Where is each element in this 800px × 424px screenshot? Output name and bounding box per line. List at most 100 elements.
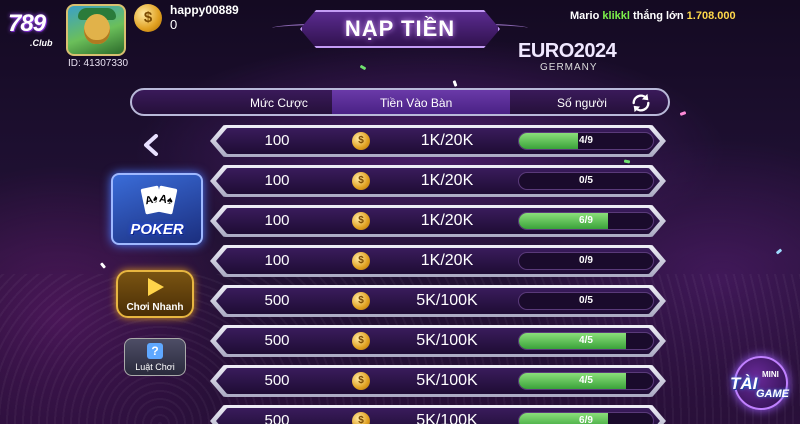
rules-icon: ? <box>147 343 163 359</box>
table-row[interactable]: 500 $5K/100K 4/5 <box>210 365 666 397</box>
table-row-inner: 100 $1K/20K 0/5 <box>216 168 660 194</box>
row-players: 6/9 <box>579 415 593 424</box>
row-buy-in-cell: $5K/100K <box>342 331 512 351</box>
username: happy00889 <box>170 3 239 17</box>
playing-cards-icon: A♠ A♠ <box>140 185 178 215</box>
title-banner: NẠP TIỀN <box>300 10 500 48</box>
row-players-bar: 0/5 <box>518 292 654 310</box>
confetti <box>359 64 367 71</box>
table-row[interactable]: 500 $5K/100K 0/5 <box>210 285 666 317</box>
header-buy-in[interactable]: Tiền Vào Bàn <box>380 96 452 110</box>
row-buy-in-cell: $1K/20K <box>342 131 512 151</box>
table-row-inner: 100 $1K/20K 0/9 <box>216 248 660 274</box>
table-row[interactable]: 500 $5K/100K 6/9 <box>210 405 666 424</box>
back-chevron-icon[interactable] <box>142 134 160 156</box>
minigame-tai: TÀI <box>730 374 758 393</box>
row-buy-in: 1K/20K <box>420 172 474 189</box>
row-buy-in: 1K/20K <box>420 212 474 229</box>
row-players-bar: 6/9 <box>518 412 654 424</box>
table-header: Mức Cược Tiền Vào Bàn Số người <box>130 88 670 116</box>
coin-icon: $ <box>352 132 370 150</box>
coin-icon: $ <box>352 412 370 424</box>
row-buy-in: 1K/20K <box>420 252 474 269</box>
minigame-button[interactable]: MINI TÀI GAME <box>728 350 794 412</box>
winner-ticker: Mario klikkl thắng lớn 1.708.000 <box>570 10 736 22</box>
card-ace-spade-2: A♠ <box>154 185 178 215</box>
row-players-bar: 4/5 <box>518 332 654 350</box>
refresh-icon[interactable] <box>630 92 652 114</box>
avatar[interactable] <box>66 4 126 56</box>
row-players-bar: 0/5 <box>518 172 654 190</box>
row-buy-in-cell: $5K/100K <box>342 291 512 311</box>
user-id: ID: 41307330 <box>68 58 129 69</box>
winner-name: Mario <box>570 10 600 22</box>
row-buy-in-cell: $5K/100K <box>342 411 512 424</box>
row-bet: 500 <box>264 372 290 389</box>
header-players[interactable]: Số người <box>557 96 607 110</box>
table-row-inner: 500 $5K/100K 0/5 <box>216 288 660 314</box>
poker-game-card[interactable]: A♠ A♠ POKER <box>111 173 203 245</box>
row-bet: 100 <box>264 252 290 269</box>
confetti <box>679 111 687 116</box>
confetti <box>99 262 107 269</box>
table-row[interactable]: 500 $5K/100K 4/5 <box>210 325 666 357</box>
row-buy-in: 5K/100K <box>416 412 478 424</box>
row-players: 0/5 <box>579 295 593 306</box>
row-buy-in-cell: $1K/20K <box>342 251 512 271</box>
row-players: 4/9 <box>579 135 593 146</box>
row-players-bar: 6/9 <box>518 212 654 230</box>
row-players: 4/5 <box>579 335 593 346</box>
row-buy-in: 5K/100K <box>416 332 478 349</box>
confetti <box>452 80 458 87</box>
row-players: 0/5 <box>579 175 593 186</box>
poker-label: POKER <box>130 221 184 238</box>
logo-number: 789 <box>8 10 46 37</box>
coin-icon: $ <box>352 252 370 270</box>
row-buy-in-cell: $1K/20K <box>342 171 512 191</box>
table-row[interactable]: 100 $1K/20K 6/9 <box>210 205 666 237</box>
coin-icon: $ <box>352 212 370 230</box>
header-bet[interactable]: Mức Cược <box>250 96 308 110</box>
table-row-inner: 500 $5K/100K 6/9 <box>216 408 660 424</box>
table-row-inner: 100 $1K/20K 6/9 <box>216 208 660 234</box>
row-players: 6/9 <box>579 215 593 226</box>
row-bet: 500 <box>264 292 290 309</box>
row-players-bar: 0/9 <box>518 252 654 270</box>
coin-icon: $ <box>352 372 370 390</box>
minigame-mini: MINI <box>762 370 779 379</box>
row-buy-in: 5K/100K <box>416 292 478 309</box>
row-players: 0/9 <box>579 255 593 266</box>
row-buy-in: 1K/20K <box>420 132 474 149</box>
page-title: NẠP TIỀN <box>344 16 456 41</box>
winner-amount: 1.708.000 <box>686 10 736 22</box>
row-bet: 100 <box>264 212 290 229</box>
coin-icon: $ <box>352 292 370 310</box>
minigame-game: GAME <box>756 388 789 400</box>
play-now-button[interactable]: Chơi Nhanh <box>116 270 194 318</box>
brand-logo: 789 .Club <box>6 2 68 52</box>
table-row[interactable]: 100 $1K/20K 4/9 <box>210 125 666 157</box>
table-row-inner: 100 $1K/20K 4/9 <box>216 128 660 154</box>
confetti <box>623 159 631 164</box>
row-players-bar: 4/9 <box>518 132 654 150</box>
user-balance: 0 <box>170 17 178 32</box>
row-buy-in: 5K/100K <box>416 372 478 389</box>
confetti <box>775 248 783 255</box>
row-bet: 100 <box>264 132 290 149</box>
table-row-inner: 500 $5K/100K 4/5 <box>216 328 660 354</box>
table-row-inner: 500 $5K/100K 4/5 <box>216 368 660 394</box>
rules-button[interactable]: ? Luật Chơi <box>124 338 186 376</box>
play-icon <box>148 278 164 296</box>
coin-icon[interactable]: $ <box>134 4 162 32</box>
logo-club: .Club <box>30 38 53 48</box>
rules-label: Luật Chơi <box>135 362 175 372</box>
row-bet: 100 <box>264 172 290 189</box>
coin-icon: $ <box>352 332 370 350</box>
coin-icon: $ <box>352 172 370 190</box>
table-row[interactable]: 100 $1K/20K 0/5 <box>210 165 666 197</box>
row-players: 4/5 <box>579 375 593 386</box>
winner-game: klikkl <box>602 10 630 22</box>
winner-verb: thắng lớn <box>633 10 684 22</box>
avatar-face <box>84 14 110 44</box>
table-row[interactable]: 100 $1K/20K 0/9 <box>210 245 666 277</box>
